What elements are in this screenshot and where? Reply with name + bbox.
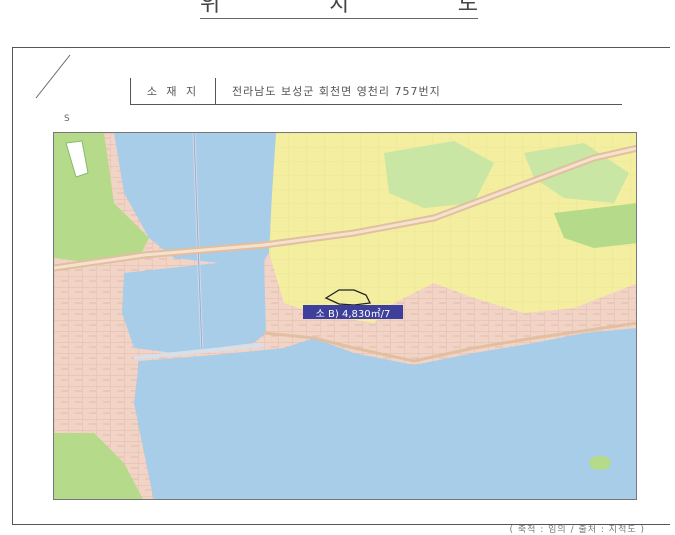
islet (589, 456, 611, 470)
title-char-3: 도 (457, 0, 478, 17)
location-value: 전라남도 보성군 회천면 영천리 757번지 (232, 85, 441, 98)
corner-diagonal-line (35, 54, 71, 99)
location-label: 소 재 지 (130, 78, 216, 104)
scale-mark: S (64, 114, 70, 124)
river-west (122, 258, 266, 353)
location-row: 소 재 지 전라남도 보성군 회천면 영천리 757번지 (130, 78, 622, 105)
title-char-1: 위 (200, 0, 221, 17)
title-char-2: 치 (328, 0, 350, 17)
footer-note: ( 축척 : 임의 / 출처 : 지적도 ) (509, 525, 645, 535)
parcel-area-label: 소 B) 4,830㎡/7 (303, 305, 403, 320)
page-title: 위 치 도 (200, 0, 478, 19)
